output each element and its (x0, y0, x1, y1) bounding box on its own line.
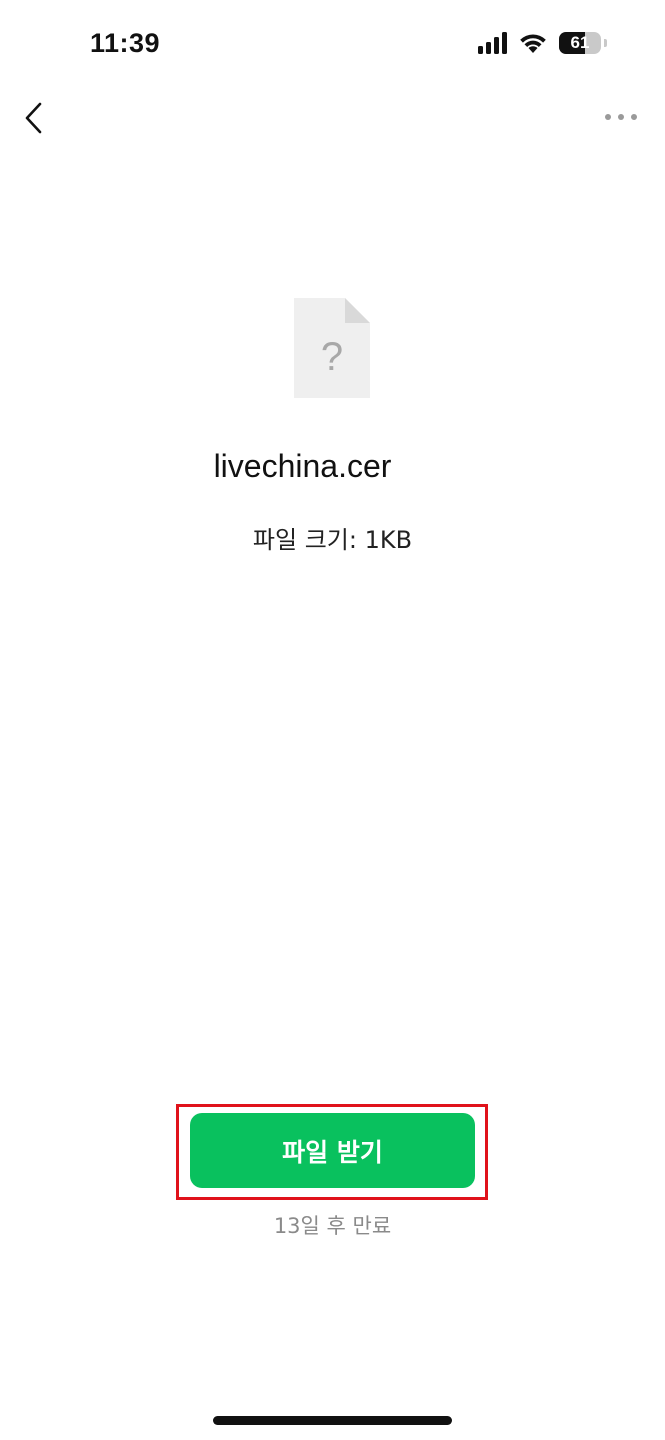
status-icons: 61 (478, 32, 607, 54)
download-file-button[interactable]: 파일 받기 (190, 1113, 475, 1188)
file-receive-screen: 11:39 61 ? livechina.cer 파일 크기: 1KB 파일 받… (0, 0, 665, 1440)
wifi-icon (520, 34, 546, 53)
more-dot-icon (618, 114, 624, 120)
file-name: livechina.cer (213, 448, 392, 484)
unknown-file-icon: ? (294, 298, 370, 398)
file-icon-glyph: ? (321, 335, 343, 379)
signal-icon (478, 32, 507, 54)
battery-icon: 61 (559, 32, 601, 54)
home-indicator[interactable] (213, 1416, 452, 1425)
expiration-notice: 13일 후 만료 (273, 1214, 392, 1238)
status-time: 11:39 (90, 28, 161, 58)
more-options-button[interactable] (605, 108, 637, 126)
more-dot-icon (605, 114, 611, 120)
battery-level-text: 61 (570, 33, 590, 52)
chevron-left-icon (25, 102, 42, 134)
back-button[interactable] (18, 98, 54, 138)
more-dot-icon (631, 114, 637, 120)
battery-nub (604, 39, 607, 47)
file-size: 파일 크기: 1KB (252, 526, 413, 554)
